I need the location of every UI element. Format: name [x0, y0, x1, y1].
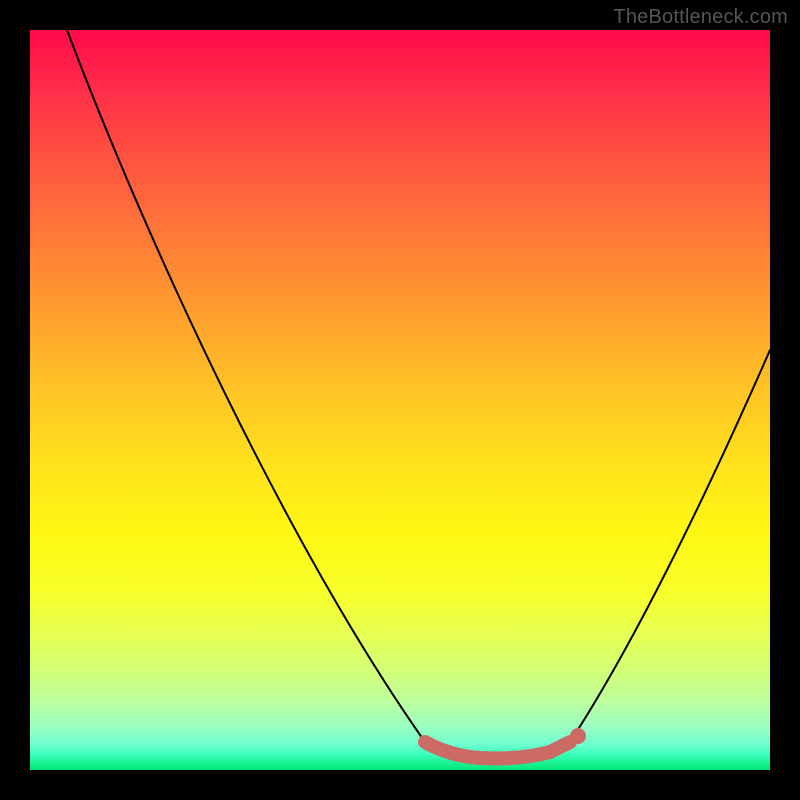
chart-frame: TheBottleneck.com: [0, 0, 800, 800]
flat-bottom-highlight: [425, 742, 570, 758]
watermark-text: TheBottleneck.com: [613, 6, 788, 29]
plot-area: [30, 30, 770, 770]
left-curve: [67, 30, 425, 742]
flat-end-dot: [570, 728, 586, 744]
right-curve: [570, 350, 770, 742]
curve-overlay: [30, 30, 770, 770]
